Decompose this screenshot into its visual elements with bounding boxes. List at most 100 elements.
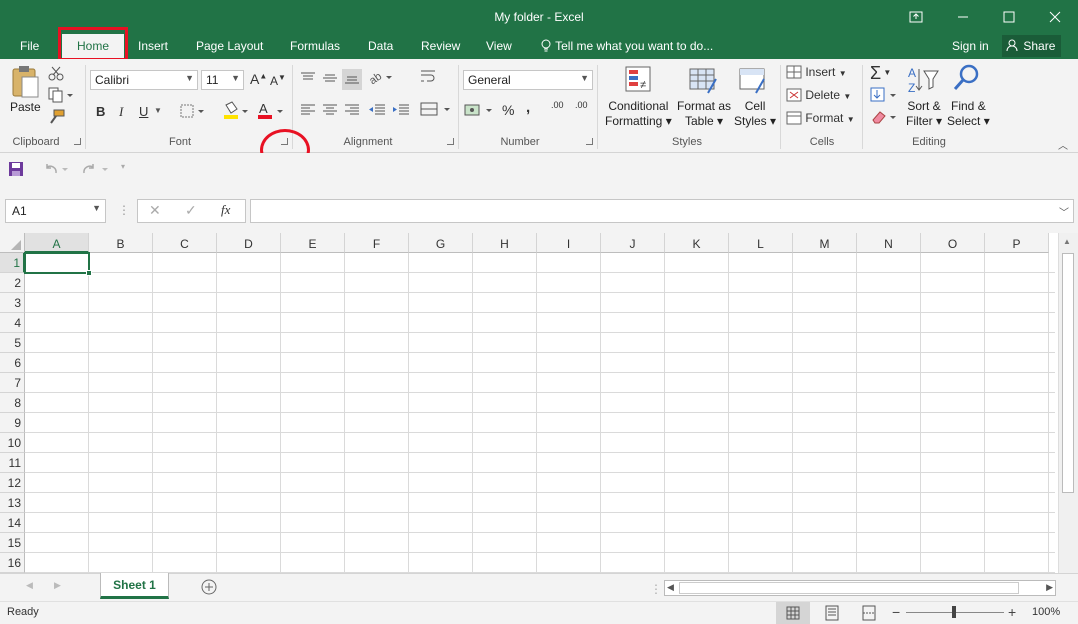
column-header[interactable]: P (985, 233, 1049, 253)
increase-decimal-button[interactable]: .00 (551, 101, 564, 110)
row-header[interactable]: 14 (0, 513, 25, 533)
formula-input[interactable]: ﹀ (250, 199, 1074, 223)
bold-button[interactable]: B (96, 104, 105, 119)
minimize-button[interactable] (940, 0, 986, 34)
accounting-format-button[interactable] (464, 102, 494, 121)
zoom-in-button[interactable]: + (1008, 604, 1016, 620)
align-left-button[interactable] (300, 103, 316, 120)
row-header[interactable]: 2 (0, 273, 25, 293)
orientation-button[interactable]: ab (367, 69, 394, 88)
percent-button[interactable]: % (502, 102, 514, 118)
underline-dropdown[interactable]: ▼ (154, 106, 162, 115)
column-header[interactable]: D (217, 233, 281, 253)
tab-split-handle[interactable]: ⋮ (650, 582, 662, 596)
share-button[interactable]: Share (1002, 35, 1062, 57)
cell-grid[interactable] (25, 253, 1055, 573)
tab-file[interactable]: File (20, 39, 39, 53)
row-header[interactable]: 6 (0, 353, 25, 373)
column-header[interactable]: E (281, 233, 345, 253)
number-format-combo[interactable]: General ▼ (463, 70, 593, 90)
expand-formula-bar-icon[interactable]: ﹀ (1059, 204, 1069, 219)
column-header[interactable]: G (409, 233, 473, 253)
tab-review[interactable]: Review (421, 39, 460, 53)
new-sheet-button[interactable] (201, 579, 217, 598)
decrease-indent-button[interactable] (368, 103, 386, 120)
underline-button[interactable]: U (139, 104, 148, 119)
italic-button[interactable]: I (119, 104, 123, 120)
conditional-formatting-button[interactable]: ≠ (624, 65, 654, 98)
insert-cells-button[interactable]: Insert ▼ (786, 65, 847, 79)
increase-indent-button[interactable] (392, 103, 410, 120)
name-box[interactable]: A1 ▼ (5, 199, 106, 223)
copy-button[interactable] (48, 87, 74, 106)
column-header[interactable]: A (25, 233, 89, 253)
cancel-entry-button[interactable]: ✕ (149, 202, 161, 219)
alignment-dialog-launcher[interactable] (447, 138, 454, 145)
clipboard-dialog-launcher[interactable] (74, 138, 81, 145)
format-as-table-button[interactable] (688, 65, 718, 98)
horizontal-scroll-thumb[interactable] (679, 582, 1019, 594)
cell-styles-button[interactable] (738, 65, 768, 98)
row-header[interactable]: 5 (0, 333, 25, 353)
customize-qat-button[interactable]: ▾ (121, 162, 125, 171)
row-header[interactable]: 10 (0, 433, 25, 453)
paste-button[interactable] (10, 65, 40, 102)
row-header[interactable]: 15 (0, 533, 25, 553)
ribbon-display-options-button[interactable] (893, 0, 939, 34)
fill-handle[interactable] (86, 270, 92, 276)
column-header[interactable]: B (89, 233, 153, 253)
prev-sheet-button[interactable]: ◀ (26, 580, 33, 591)
column-header[interactable]: L (729, 233, 793, 253)
active-cell[interactable] (24, 252, 92, 276)
tab-page-layout[interactable]: Page Layout (196, 39, 263, 53)
row-header[interactable]: 12 (0, 473, 25, 493)
next-sheet-button[interactable]: ▶ (54, 580, 61, 591)
save-button[interactable] (8, 161, 24, 180)
merge-center-button[interactable] (420, 101, 452, 120)
wrap-text-button[interactable] (420, 69, 436, 88)
tab-view[interactable]: View (486, 39, 512, 53)
align-center-button[interactable] (322, 103, 338, 120)
delete-cells-button[interactable]: Delete ▼ (786, 88, 851, 102)
column-header[interactable]: J (601, 233, 665, 253)
page-break-view-button[interactable] (861, 605, 877, 624)
font-name-combo[interactable]: Calibri ▼ (90, 70, 198, 90)
row-header[interactable]: 8 (0, 393, 25, 413)
collapse-ribbon-button[interactable]: ︿ (1058, 137, 1068, 152)
find-select-button[interactable] (952, 63, 982, 98)
sort-filter-button[interactable]: AZ (906, 65, 940, 100)
column-header[interactable]: K (665, 233, 729, 253)
select-all-button[interactable] (0, 233, 25, 253)
clear-button[interactable] (870, 109, 900, 128)
format-cells-button[interactable]: Format ▼ (786, 111, 855, 125)
zoom-slider-thumb[interactable] (952, 606, 956, 618)
column-header[interactable]: C (153, 233, 217, 253)
grow-font-button[interactable]: A▲ (250, 71, 267, 87)
bottom-align-button[interactable] (342, 69, 362, 90)
close-button[interactable] (1032, 0, 1078, 34)
vertical-scrollbar[interactable]: ▲ (1058, 233, 1078, 573)
column-header[interactable]: F (345, 233, 409, 253)
tab-data[interactable]: Data (368, 39, 393, 53)
row-header[interactable]: 4 (0, 313, 25, 333)
sheet-tab-sheet1[interactable]: Sheet 1 (100, 573, 169, 599)
number-dialog-launcher[interactable] (586, 138, 593, 145)
shrink-font-button[interactable]: A▼ (270, 73, 286, 88)
column-header[interactable]: O (921, 233, 985, 253)
row-header[interactable]: 11 (0, 453, 25, 473)
horizontal-scrollbar[interactable]: ◀ ▶ (664, 580, 1056, 596)
autosum-button[interactable]: Σ ▼ (870, 63, 891, 84)
row-header[interactable]: 1 (0, 253, 25, 273)
scroll-right-arrow[interactable]: ▶ (1046, 582, 1053, 593)
font-size-combo[interactable]: 11 ▼ (201, 70, 244, 90)
format-painter-button[interactable] (48, 109, 66, 128)
page-layout-view-button[interactable] (824, 605, 840, 624)
middle-align-button[interactable] (322, 71, 338, 88)
font-color-button[interactable]: A (257, 101, 285, 124)
cut-button[interactable] (48, 65, 64, 84)
sign-in-link[interactable]: Sign in (952, 39, 989, 53)
undo-button[interactable] (42, 161, 70, 180)
fill-button[interactable] (870, 87, 900, 106)
redo-button[interactable] (82, 161, 110, 180)
row-header[interactable]: 3 (0, 293, 25, 313)
